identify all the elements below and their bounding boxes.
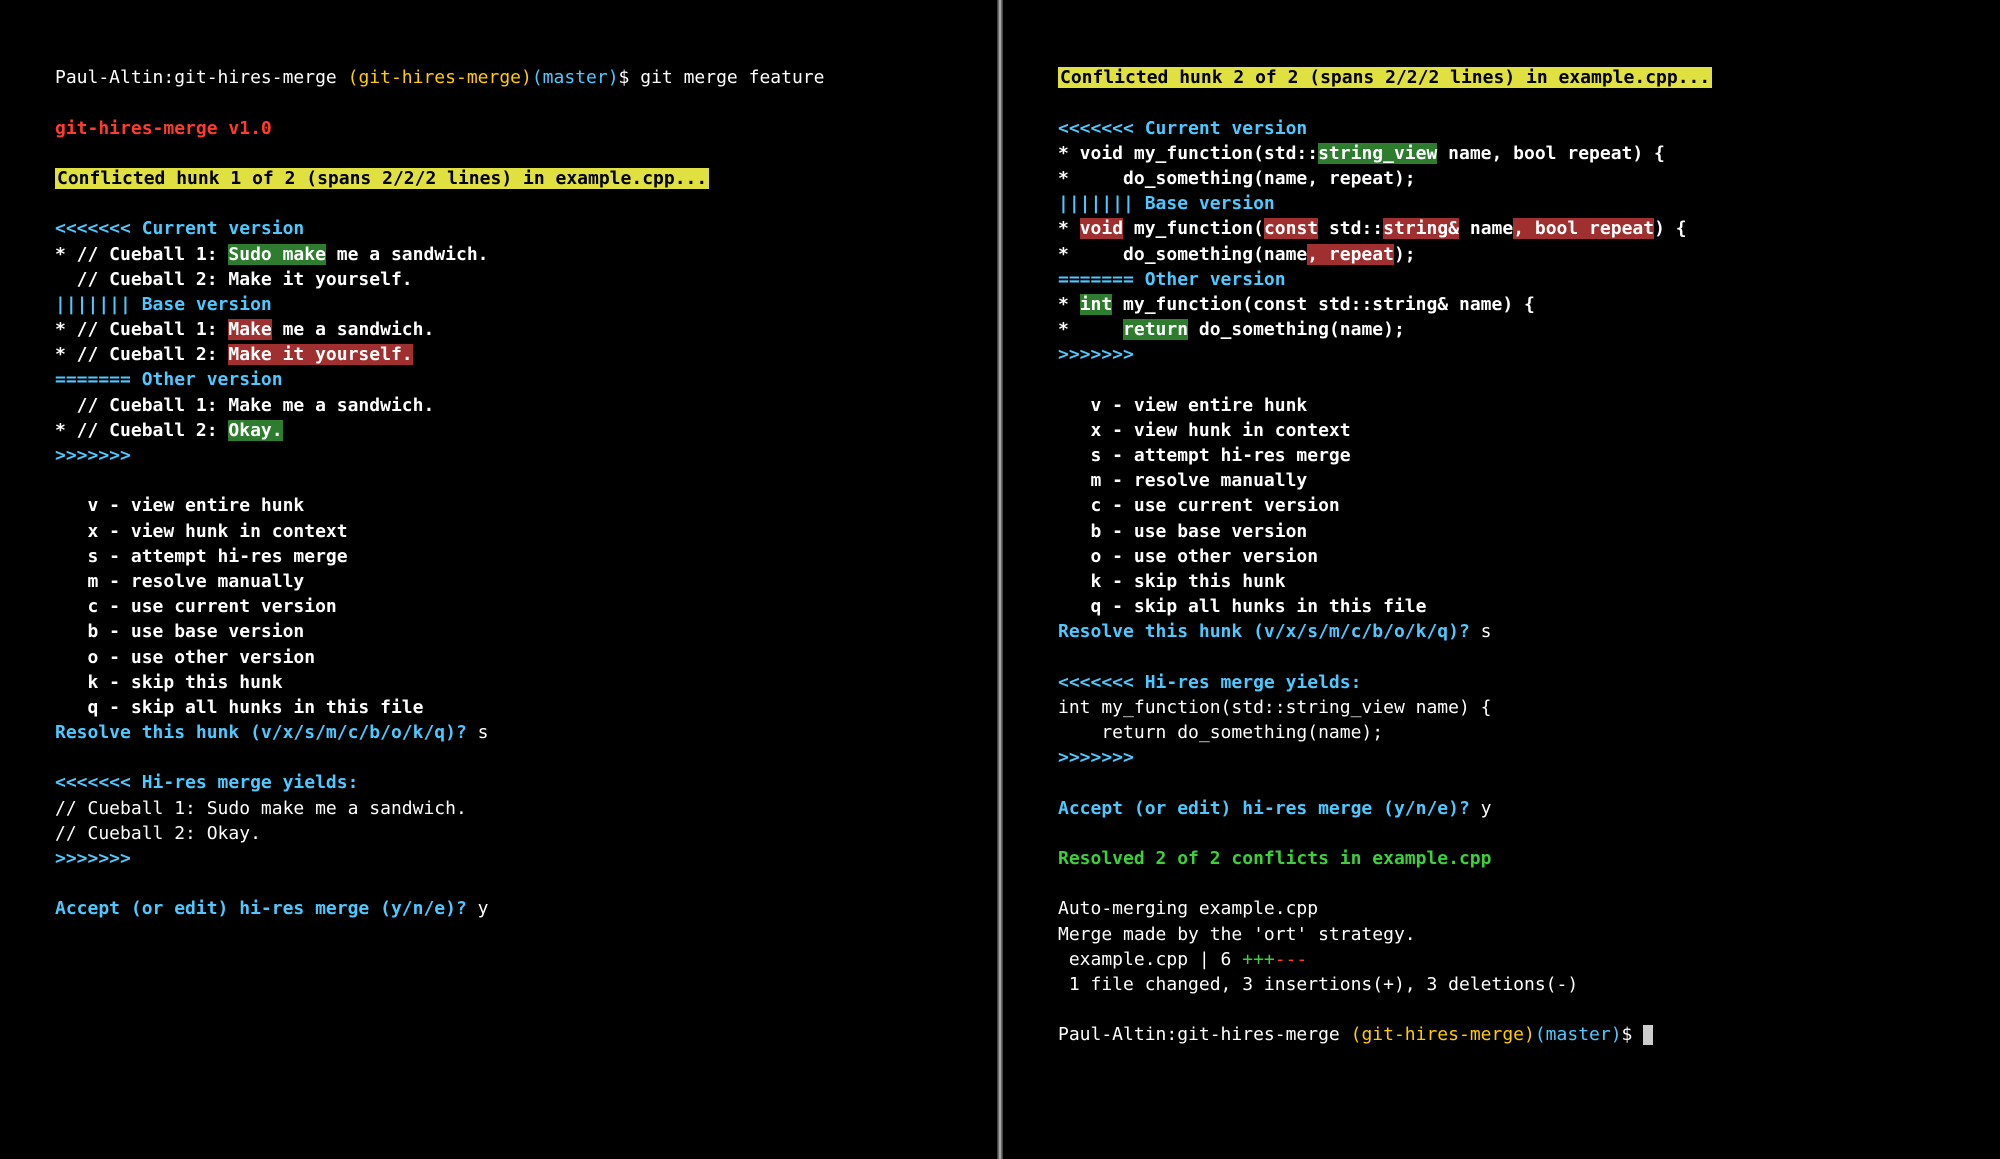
- diff-line: * do_something(name, repeat);: [1058, 168, 1416, 189]
- diff-line: // Cueball 2: Make it yourself.: [55, 269, 413, 290]
- marker-end: >>>>>>>: [55, 848, 131, 869]
- marker-end: >>>>>>>: [55, 445, 131, 466]
- marker-yields: <<<<<<< Hi-res merge yields:: [1058, 672, 1361, 693]
- accept-answer: y: [478, 898, 489, 919]
- prompt-repo: (git-hires-merge): [1351, 1024, 1535, 1045]
- prompt-host: Paul-Altin:git-hires-merge: [1058, 1024, 1351, 1045]
- accept-prompt[interactable]: Accept (or edit) hi-res merge (y/n/e)?: [1058, 798, 1481, 819]
- menu-item-q: q - skip all hunks in this file: [1058, 596, 1426, 617]
- menu-item-x: x - view hunk in context: [55, 521, 348, 542]
- diff-line: * do_something(name, repeat);: [1058, 244, 1416, 265]
- git-output: 1 file changed, 3 insertions(+), 3 delet…: [1058, 974, 1578, 995]
- resolved-line: Resolved 2 of 2 conflicts in example.cpp: [1058, 848, 1491, 869]
- diff-line: * // Cueball 1: Sudo make me a sandwich.: [55, 244, 489, 265]
- diff-line: * return do_something(name);: [1058, 319, 1405, 340]
- cursor-icon[interactable]: [1643, 1025, 1653, 1045]
- menu-item-b: b - use base version: [55, 621, 304, 642]
- menu-item-c: c - use current version: [55, 596, 337, 617]
- menu-item-v: v - view entire hunk: [55, 495, 304, 516]
- git-output: example.cpp | 6 +++---: [1058, 949, 1307, 970]
- prompt-host: Paul-Altin:git-hires-merge: [55, 67, 348, 88]
- marker-base: ||||||| Base version: [55, 294, 272, 315]
- menu-item-b: b - use base version: [1058, 521, 1307, 542]
- prompt-dollar: $: [619, 67, 641, 88]
- marker-end: >>>>>>>: [1058, 344, 1134, 365]
- accept-prompt[interactable]: Accept (or edit) hi-res merge (y/n/e)?: [55, 898, 478, 919]
- menu-item-s: s - attempt hi-res merge: [55, 546, 348, 567]
- menu-item-m: m - resolve manually: [55, 571, 304, 592]
- menu-item-o: o - use other version: [55, 647, 315, 668]
- diff-line: * // Cueball 1: Make me a sandwich.: [55, 319, 434, 340]
- marker-other: ======= Other version: [55, 369, 283, 390]
- marker-current: <<<<<<< Current version: [1058, 118, 1307, 139]
- hunk-header: Conflicted hunk 1 of 2 (spans 2/2/2 line…: [55, 168, 709, 189]
- menu-item-k: k - skip this hunk: [55, 672, 283, 693]
- resolve-answer: s: [1481, 621, 1492, 642]
- yield-line: int my_function(std::string_view name) {: [1058, 697, 1491, 718]
- command-text: git merge feature: [640, 67, 824, 88]
- menu-item-q: q - skip all hunks in this file: [55, 697, 423, 718]
- prompt-branch: (master): [1535, 1024, 1622, 1045]
- prompt-repo: (git-hires-merge): [348, 67, 532, 88]
- menu-item-s: s - attempt hi-res merge: [1058, 445, 1351, 466]
- marker-end: >>>>>>>: [1058, 747, 1134, 768]
- menu-item-o: o - use other version: [1058, 546, 1318, 567]
- git-output: Merge made by the 'ort' strategy.: [1058, 924, 1416, 945]
- prompt-dollar: $: [1622, 1024, 1644, 1045]
- resolve-prompt[interactable]: Resolve this hunk (v/x/s/m/c/b/o/k/q)?: [1058, 621, 1481, 642]
- marker-base: ||||||| Base version: [1058, 193, 1275, 214]
- diff-line: * // Cueball 2: Okay.: [55, 420, 283, 441]
- menu-item-c: c - use current version: [1058, 495, 1340, 516]
- resolve-answer: s: [478, 722, 489, 743]
- menu-item-m: m - resolve manually: [1058, 470, 1307, 491]
- marker-current: <<<<<<< Current version: [55, 218, 304, 239]
- diff-line: * int my_function(const std::string& nam…: [1058, 294, 1535, 315]
- diff-line: * void my_function(const std::string& na…: [1058, 218, 1687, 239]
- diff-line: * void my_function(std::string_view name…: [1058, 143, 1665, 164]
- diff-line: * // Cueball 2: Make it yourself.: [55, 344, 413, 365]
- accept-answer: y: [1481, 798, 1492, 819]
- prompt-branch: (master): [532, 67, 619, 88]
- yield-line: return do_something(name);: [1058, 722, 1383, 743]
- marker-yields: <<<<<<< Hi-res merge yields:: [55, 772, 358, 793]
- git-output: Auto-merging example.cpp: [1058, 898, 1318, 919]
- marker-other: ======= Other version: [1058, 269, 1286, 290]
- terminal-pane-left[interactable]: Paul-Altin:git-hires-merge (git-hires-me…: [0, 0, 997, 1159]
- yield-line: // Cueball 1: Sudo make me a sandwich.: [55, 798, 467, 819]
- resolve-prompt[interactable]: Resolve this hunk (v/x/s/m/c/b/o/k/q)?: [55, 722, 478, 743]
- terminal-pane-right[interactable]: Conflicted hunk 2 of 2 (spans 2/2/2 line…: [1003, 0, 2000, 1159]
- version-line: git-hires-merge v1.0: [55, 118, 272, 139]
- menu-item-v: v - view entire hunk: [1058, 395, 1307, 416]
- hunk-header: Conflicted hunk 2 of 2 (spans 2/2/2 line…: [1058, 67, 1712, 88]
- yield-line: // Cueball 2: Okay.: [55, 823, 261, 844]
- diff-line: // Cueball 1: Make me a sandwich.: [55, 395, 434, 416]
- menu-item-x: x - view hunk in context: [1058, 420, 1351, 441]
- menu-item-k: k - skip this hunk: [1058, 571, 1286, 592]
